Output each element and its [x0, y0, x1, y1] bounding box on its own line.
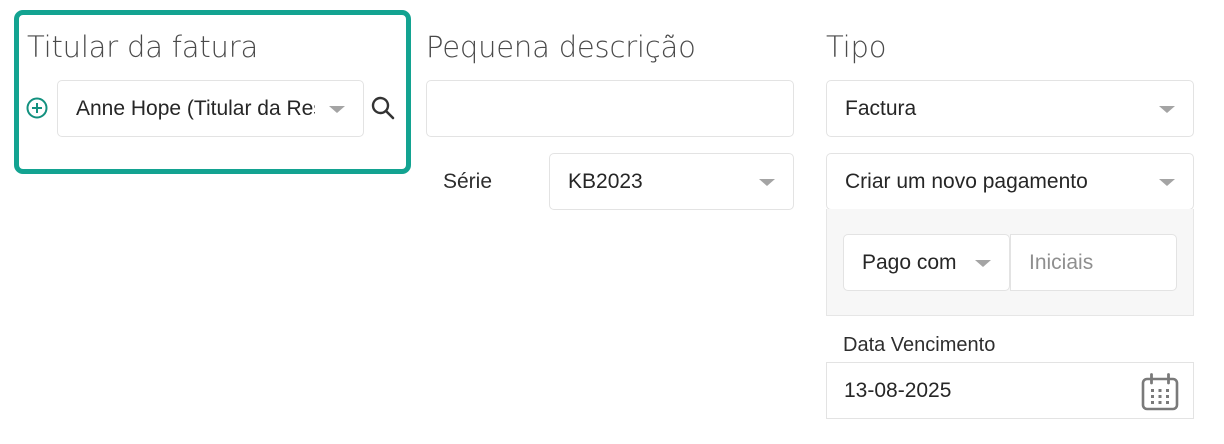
description-input[interactable] — [426, 80, 794, 137]
chevron-down-icon — [975, 259, 991, 267]
type-title: Tipo — [826, 30, 887, 64]
paid-with-select[interactable]: Pago com — [843, 234, 1010, 291]
series-label: Série — [443, 170, 493, 193]
chevron-down-icon — [1159, 105, 1175, 113]
search-icon[interactable] — [370, 95, 396, 121]
due-date-value: 13-08-2025 — [844, 378, 952, 402]
type-value: Factura — [845, 96, 917, 120]
paid-with-value: Pago com — [862, 250, 957, 274]
chevron-down-icon — [1159, 178, 1175, 186]
chevron-down-icon — [329, 105, 345, 113]
invoice-holder-value: Anne Hope (Titular da Reserva) — [76, 96, 315, 120]
invoice-holder-title: Titular da fatura — [27, 30, 259, 64]
series-value: KB2023 — [568, 169, 643, 193]
initials-input[interactable]: Iniciais — [1010, 234, 1177, 291]
payment-option-select[interactable]: Criar um novo pagamento — [826, 153, 1194, 210]
payment-option-value: Criar um novo pagamento — [845, 169, 1088, 193]
chevron-down-icon — [759, 178, 775, 186]
invoice-holder-select[interactable]: Anne Hope (Titular da Reserva) — [57, 80, 364, 137]
plus-circle-icon[interactable] — [25, 96, 49, 120]
due-date-label: Data Vencimento — [843, 334, 996, 356]
type-select[interactable]: Factura — [826, 80, 1194, 137]
calendar-icon[interactable] — [1141, 373, 1179, 411]
description-title: Pequena descrição — [426, 30, 696, 64]
series-select[interactable]: KB2023 — [549, 153, 794, 210]
due-date-input[interactable]: 13-08-2025 — [826, 362, 1194, 419]
